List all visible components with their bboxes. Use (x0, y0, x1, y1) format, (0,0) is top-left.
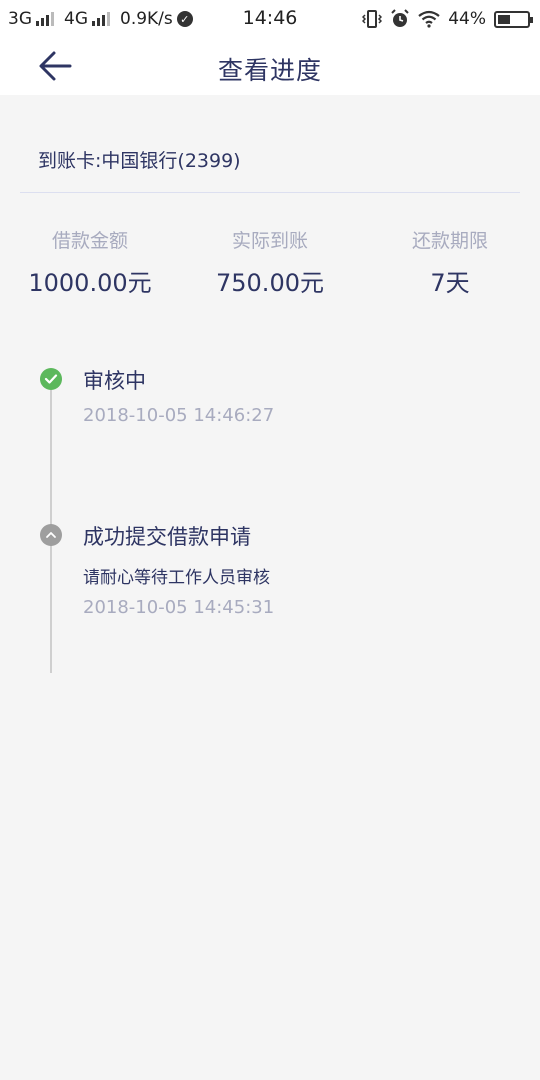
status-bar: 3G 4G 0.9K/s ✓ 14:46 44% (0, 0, 540, 38)
timeline-desc: 请耐心等待工作人员审核 (83, 568, 270, 588)
stat-label: 借款金额 (51, 230, 128, 252)
stat-value: 1000.00元 (28, 269, 152, 297)
timeline-title: 成功提交借款申请 (83, 525, 251, 549)
alarm-icon (391, 9, 409, 27)
stat-loan-amount: 借款金额 1000.00元 (0, 226, 180, 298)
timeline-time: 2018-10-05 14:46:27 (83, 405, 275, 426)
nav-bar: 查看进度 (0, 38, 540, 95)
check-icon (40, 368, 62, 390)
status-right: 44% (362, 9, 533, 29)
battery-fill (498, 14, 511, 24)
divider (20, 192, 520, 193)
wifi-icon (418, 10, 440, 28)
stat-value: 750.00元 (216, 269, 324, 297)
stat-repayment-term: 还款期限 7天 (360, 226, 540, 298)
vibrate-icon (362, 10, 383, 28)
stat-actual-received: 实际到账 750.00元 (180, 226, 360, 298)
stat-value: 7天 (430, 269, 470, 297)
timeline-time: 2018-10-05 14:45:31 (83, 597, 275, 618)
chevron-up-icon (40, 524, 62, 546)
receiving-card: 到账卡:中国银行(2399) (38, 150, 241, 172)
page-title: 查看进度 (217, 56, 322, 85)
timeline-title: 审核中 (83, 369, 146, 393)
stat-label: 实际到账 (231, 230, 308, 252)
battery-percent: 44% (448, 9, 486, 29)
stat-label: 还款期限 (411, 230, 488, 252)
battery-icon (494, 10, 533, 28)
